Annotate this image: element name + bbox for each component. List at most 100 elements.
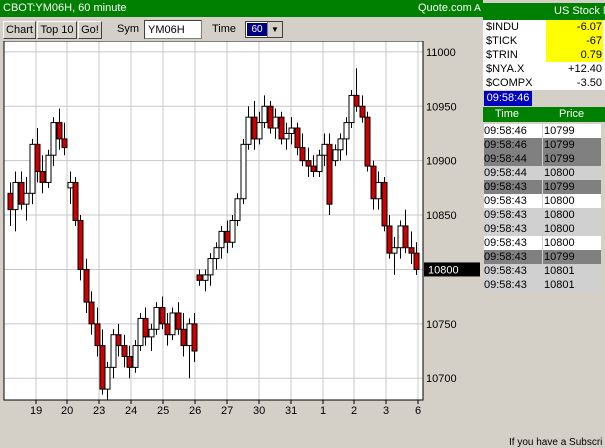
trade-row[interactable]: 09:58:43 10800: [483, 194, 605, 208]
x-tick-label: 30: [253, 405, 265, 416]
index-symbol: $TRIN: [486, 49, 518, 61]
index-symbol: $INDU: [486, 21, 520, 33]
index-change: 0.79: [546, 48, 603, 62]
index-row[interactable]: $TICK -67: [483, 34, 605, 48]
candle-body-down: [305, 160, 312, 167]
candle-body-up: [110, 334, 117, 368]
index-row[interactable]: $NYA.X +12.40: [483, 62, 605, 76]
candle-body-down: [77, 220, 84, 270]
candle: [45, 149, 52, 188]
chart-canvas: 1920232425262730311236 10700107501080010…: [3, 41, 480, 416]
candle-body-up: [153, 307, 160, 330]
candle: [326, 133, 333, 216]
candle-body-up: [256, 122, 263, 140]
index-row[interactable]: $INDU -6.07: [483, 20, 605, 34]
candle: [364, 111, 371, 172]
candle-body-up: [137, 317, 144, 347]
trade-row[interactable]: 09:58:43 10800: [483, 208, 605, 222]
candle-body-up: [186, 323, 193, 347]
top10-button[interactable]: Top 10: [37, 21, 77, 39]
candle-body-down: [94, 323, 101, 347]
candle-body-down: [34, 143, 41, 173]
trade-row[interactable]: 09:58:43 10800: [483, 236, 605, 250]
candle-body-down: [386, 225, 393, 254]
candle-body-up: [229, 220, 236, 243]
candle-body-down: [381, 181, 388, 227]
trade-price: 10800: [543, 166, 601, 180]
trade-price: 10800: [543, 208, 601, 222]
trade-time: 09:58:46: [484, 138, 542, 152]
candle-body-up: [218, 230, 225, 249]
index-row[interactable]: $TRIN 0.79: [483, 48, 605, 62]
chevron-down-icon[interactable]: ▼: [267, 22, 282, 37]
index-table: $INDU -6.07 $TICK -67 $TRIN 0.79 $NYA.X +12.40 $…: [483, 20, 605, 90]
candle-body-down: [99, 345, 106, 390]
trade-row[interactable]: 09:58:43 10801: [483, 278, 605, 292]
trade-row[interactable]: 09:58:44 10799: [483, 152, 605, 166]
window-menu-button[interactable]: A: [472, 2, 483, 15]
price-chart[interactable]: 1920232425262730311236 10700107501080010…: [0, 41, 483, 416]
trade-price: 10801: [543, 278, 601, 292]
last-price-label: 10800: [428, 264, 459, 276]
candle-body-up: [12, 181, 19, 211]
subscription-message: If you have a Subscri: [509, 437, 603, 448]
y-tick-label: 10750: [426, 319, 457, 331]
y-tick-label: 10700: [426, 373, 457, 385]
candle-body-down: [359, 105, 366, 118]
candle-body-down: [126, 355, 133, 368]
candle-body-up: [132, 345, 139, 368]
y-tick-label: 10850: [426, 210, 457, 222]
trade-row[interactable]: 09:58:46 10799: [483, 138, 605, 152]
trade-time: 09:58:43: [484, 222, 542, 236]
index-symbol: $TICK: [486, 35, 518, 47]
trade-price: 10800: [543, 194, 601, 208]
trade-row[interactable]: 09:58:43 10799: [483, 250, 605, 264]
trade-time: 09:58:44: [484, 152, 542, 166]
index-change: -67: [546, 34, 603, 48]
trade-row[interactable]: 09:58:43 10799: [483, 180, 605, 194]
candle-body-up: [240, 143, 247, 200]
x-tick-label: 6: [415, 405, 421, 416]
trade-time: 09:58:43: [484, 264, 542, 278]
candle-body-up: [169, 312, 176, 336]
x-tick-label: 19: [30, 405, 42, 416]
candle-body-up: [245, 116, 252, 145]
column-header-time: Time: [495, 108, 520, 120]
candle-body-down: [88, 301, 95, 325]
trade-time: 09:58:43: [484, 278, 542, 292]
time-interval-select[interactable]: 60 ▼: [245, 21, 283, 38]
candle-body-up: [288, 127, 295, 134]
trade-row[interactable]: 09:58:44 10800: [483, 166, 605, 180]
trade-price: 10800: [543, 236, 601, 250]
x-tick-label: 25: [157, 405, 169, 416]
trade-row[interactable]: 09:58:43 10801: [483, 264, 605, 278]
index-row[interactable]: $COMPX -3.50: [483, 76, 605, 90]
x-tick-label: 26: [189, 405, 201, 416]
column-header-price: Price: [559, 108, 585, 120]
candle-body-down: [115, 334, 122, 347]
trade-price: 10800: [543, 222, 601, 236]
candle-body-down: [180, 328, 187, 347]
symbol-input[interactable]: [144, 20, 202, 39]
y-tick-label: 10950: [426, 101, 457, 113]
trade-price: 10799: [543, 152, 601, 166]
y-tick-label: 10900: [426, 156, 457, 168]
candle: [137, 312, 144, 352]
candle-body-down: [364, 116, 371, 167]
chart-window-title: CBOT:YM06H, 60 minute: [3, 2, 127, 14]
candle-body-up: [283, 132, 290, 140]
trade-row[interactable]: 09:58:43 10800: [483, 222, 605, 236]
candle-body-up: [67, 181, 74, 189]
candle-body-up: [50, 122, 57, 156]
trade-time: 09:58:43: [484, 180, 542, 194]
trade-time: 09:58:46: [484, 124, 542, 138]
trade-row[interactable]: 09:58:46 10799: [483, 124, 605, 138]
index-change: -3.50: [576, 77, 602, 89]
go-button[interactable]: Go!: [78, 21, 102, 39]
candle-body-down: [175, 312, 182, 330]
candle: [240, 138, 247, 205]
candle: [348, 89, 355, 129]
chart-button[interactable]: Chart: [3, 21, 36, 39]
candle-body-down: [39, 171, 46, 183]
candle-body-down: [408, 247, 415, 254]
